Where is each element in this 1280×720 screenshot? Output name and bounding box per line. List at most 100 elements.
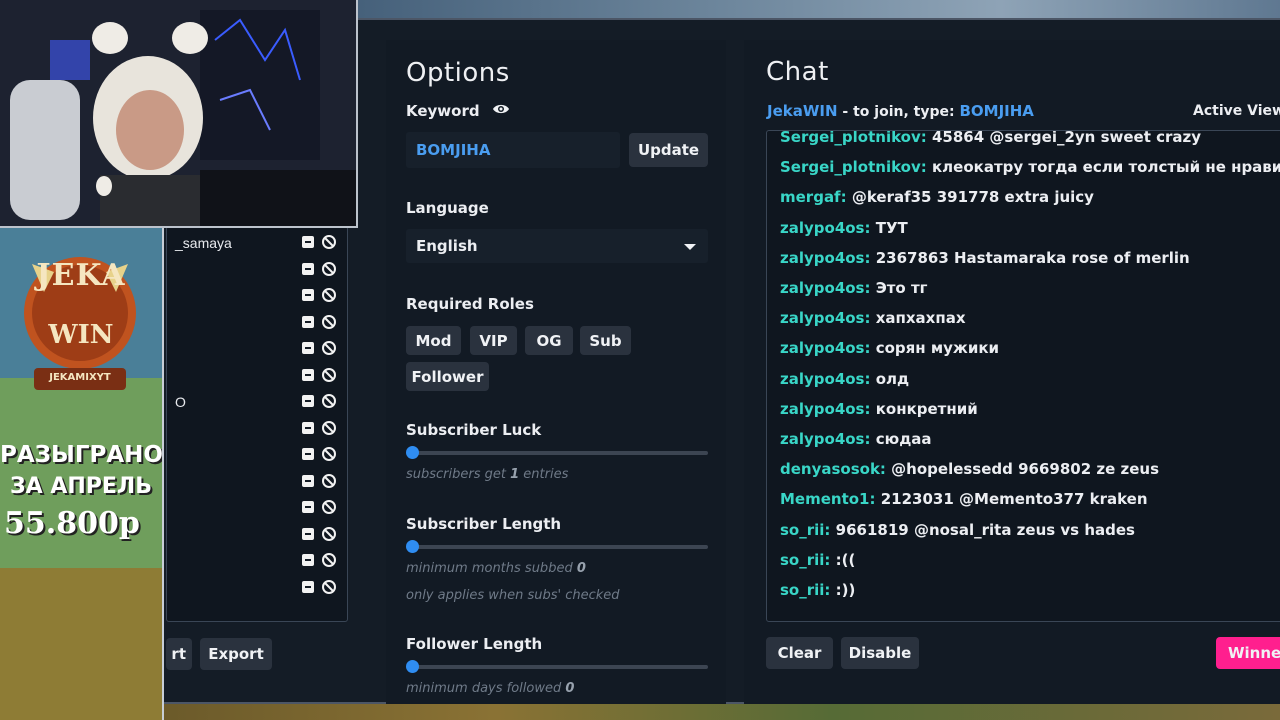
- list-item[interactable]: [173, 525, 343, 545]
- slider-handle[interactable]: [406, 660, 419, 673]
- chat-username[interactable]: denyasosok:: [780, 460, 886, 478]
- chat-message[interactable]: zalypo4os: олд: [780, 370, 909, 388]
- list-item[interactable]: [173, 366, 343, 386]
- remove-icon[interactable]: [302, 580, 314, 593]
- ban-icon[interactable]: [322, 235, 336, 249]
- chat-message[interactable]: Memento1: 2123031 @Memento377 kraken: [780, 490, 1148, 508]
- ban-icon[interactable]: [322, 420, 336, 435]
- clear-button[interactable]: Clear: [766, 637, 833, 669]
- role-vip-button[interactable]: VIP: [470, 326, 517, 355]
- list-item[interactable]: [173, 286, 343, 306]
- ban-icon[interactable]: [322, 394, 336, 408]
- chat-message[interactable]: zalypo4os: хапхахпах: [780, 309, 966, 327]
- list-item[interactable]: [173, 445, 343, 465]
- language-select[interactable]: English: [406, 229, 708, 263]
- chat-message[interactable]: denyasosok: @hopelessedd 9669802 ze zeus: [780, 460, 1159, 478]
- ban-icon[interactable]: [322, 473, 336, 488]
- subscriber-length-slider[interactable]: [406, 540, 708, 553]
- role-mod-button[interactable]: Mod: [406, 326, 461, 355]
- chat-username[interactable]: Sergei_plotnikov:: [780, 131, 927, 146]
- join-instructions: JekaWIN - to join, type: BOMJIHA: [767, 102, 1034, 120]
- remove-icon[interactable]: [302, 262, 314, 275]
- list-item[interactable]: [173, 339, 343, 359]
- chat-username[interactable]: zalypo4os:: [780, 249, 870, 267]
- chat-message[interactable]: mergaf: @keraf35 391778 extra juicy: [780, 188, 1094, 206]
- list-item[interactable]: [173, 578, 343, 598]
- follower-length-slider[interactable]: [406, 660, 708, 673]
- list-item[interactable]: [173, 260, 343, 280]
- chat-message[interactable]: zalypo4os: сорян мужики: [780, 339, 999, 357]
- remove-icon[interactable]: [302, 342, 314, 354]
- winner-button[interactable]: Winner: [1216, 637, 1280, 669]
- chat-message[interactable]: Sergei_plotnikov: 45864 @sergei_2yn swee…: [780, 131, 1201, 146]
- keyword-input[interactable]: BOMJIHA: [406, 132, 620, 168]
- list-item[interactable]: O: [173, 392, 343, 412]
- chat-message[interactable]: so_rii: 9661819 @nosal_rita zeus vs hade…: [780, 521, 1135, 539]
- update-button[interactable]: Update: [629, 133, 708, 167]
- chat-username[interactable]: so_rii:: [780, 521, 830, 539]
- list-item[interactable]: [173, 498, 343, 518]
- participants-list[interactable]: _samaya O: [166, 226, 348, 622]
- remove-icon[interactable]: [302, 315, 314, 328]
- remove-icon[interactable]: [302, 395, 314, 407]
- list-item[interactable]: _samaya: [173, 233, 343, 253]
- chat-username[interactable]: mergaf:: [780, 188, 847, 206]
- chat-username[interactable]: zalypo4os:: [780, 219, 870, 237]
- chat-username[interactable]: Memento1:: [780, 490, 876, 508]
- chat-username[interactable]: zalypo4os:: [780, 370, 870, 388]
- remove-icon[interactable]: [302, 236, 314, 248]
- list-item[interactable]: [173, 419, 343, 439]
- remove-icon[interactable]: [302, 448, 314, 460]
- chat-message[interactable]: zalypo4os: ТУТ: [780, 219, 908, 237]
- slider-handle[interactable]: [406, 540, 419, 553]
- ban-icon[interactable]: [322, 447, 336, 461]
- chat-message[interactable]: zalypo4os: 2367863 Hastamaraka rose of m…: [780, 249, 1190, 267]
- import-button[interactable]: rt: [166, 638, 192, 670]
- role-sub-button[interactable]: Sub: [580, 326, 631, 355]
- role-follower-button[interactable]: Follower: [406, 362, 489, 391]
- ban-icon[interactable]: [322, 341, 336, 355]
- chat-message[interactable]: zalypo4os: конкретний: [780, 400, 978, 418]
- chat-message[interactable]: Sergei_plotnikov: клеокатру тогда если т…: [780, 158, 1280, 176]
- ban-icon[interactable]: [322, 526, 336, 541]
- ban-icon[interactable]: [322, 288, 336, 302]
- remove-icon[interactable]: [302, 421, 314, 434]
- ban-icon[interactable]: [322, 367, 336, 382]
- active-viewers-label[interactable]: Active View: [1193, 103, 1280, 119]
- role-og-button[interactable]: OG: [525, 326, 573, 355]
- list-item[interactable]: [173, 551, 343, 571]
- ban-icon[interactable]: [322, 261, 336, 276]
- chat-message[interactable]: so_rii: :((: [780, 551, 855, 569]
- remove-icon[interactable]: [302, 501, 314, 513]
- ban-icon[interactable]: [322, 500, 336, 514]
- chat-username[interactable]: zalypo4os:: [780, 309, 870, 327]
- chat-username[interactable]: so_rii:: [780, 581, 830, 599]
- ban-icon[interactable]: [322, 553, 336, 567]
- list-item[interactable]: [173, 472, 343, 492]
- ban-icon[interactable]: [322, 314, 336, 329]
- export-button[interactable]: Export: [200, 638, 272, 670]
- remove-icon[interactable]: [302, 368, 314, 381]
- chat-message[interactable]: zalypo4os: Это тг: [780, 279, 927, 297]
- host-username[interactable]: JekaWIN: [767, 102, 838, 120]
- remove-icon[interactable]: [302, 474, 314, 487]
- disable-button[interactable]: Disable: [841, 637, 919, 669]
- chat-messages[interactable]: Sergei_plotnikov: 45864 @sergei_2yn swee…: [766, 130, 1280, 622]
- subscriber-luck-slider[interactable]: [406, 446, 708, 459]
- chat-message[interactable]: zalypo4os: сюдаа: [780, 430, 932, 448]
- remove-icon[interactable]: [302, 289, 314, 301]
- ban-icon[interactable]: [322, 579, 336, 594]
- chat-username[interactable]: zalypo4os:: [780, 279, 870, 297]
- chat-username[interactable]: so_rii:: [780, 551, 830, 569]
- chat-username[interactable]: zalypo4os:: [780, 430, 870, 448]
- chat-message[interactable]: so_rii: :)): [780, 581, 855, 599]
- slider-handle[interactable]: [406, 446, 419, 459]
- chat-username[interactable]: zalypo4os:: [780, 339, 870, 357]
- chat-username[interactable]: Sergei_plotnikov:: [780, 158, 927, 176]
- list-item[interactable]: [173, 313, 343, 333]
- chat-text: Это тг: [875, 279, 928, 297]
- chat-username[interactable]: zalypo4os:: [780, 400, 870, 418]
- remove-icon[interactable]: [302, 554, 314, 566]
- remove-icon[interactable]: [302, 527, 314, 540]
- eye-icon[interactable]: [492, 102, 510, 116]
